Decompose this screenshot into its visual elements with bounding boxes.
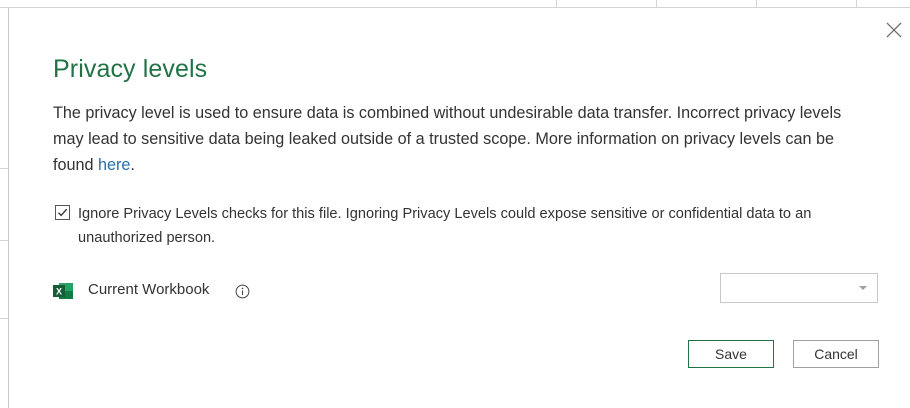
privacy-levels-dialog: Privacy levels The privacy level is used… bbox=[9, 8, 910, 408]
ignore-privacy-checkbox[interactable] bbox=[55, 205, 70, 220]
excel-icon: X bbox=[53, 283, 73, 299]
cancel-button[interactable]: Cancel bbox=[793, 340, 879, 368]
source-name-label: Current Workbook bbox=[88, 281, 210, 298]
ignore-privacy-label: Ignore Privacy Levels checks for this fi… bbox=[78, 206, 812, 246]
dialog-title: Privacy levels bbox=[53, 55, 208, 83]
grid-line bbox=[0, 168, 8, 169]
checkmark-icon bbox=[58, 208, 68, 217]
grid-line bbox=[556, 0, 557, 8]
save-button[interactable]: Save bbox=[688, 340, 774, 368]
svg-text:X: X bbox=[56, 287, 62, 297]
dialog-description: The privacy level is used to ensure data… bbox=[53, 100, 873, 178]
grid-line bbox=[0, 240, 8, 241]
grid-line bbox=[0, 318, 8, 319]
grid-line bbox=[756, 0, 757, 8]
chevron-down-icon bbox=[859, 286, 867, 290]
close-icon bbox=[886, 22, 902, 38]
grid-line bbox=[856, 0, 857, 8]
description-text: The privacy level is used to ensure data… bbox=[53, 104, 842, 174]
info-icon[interactable] bbox=[235, 284, 250, 299]
privacy-level-select[interactable] bbox=[720, 273, 878, 303]
close-button[interactable] bbox=[884, 20, 904, 40]
description-period: . bbox=[130, 156, 135, 174]
privacy-info-link[interactable]: here bbox=[98, 156, 130, 174]
grid-line bbox=[656, 0, 657, 8]
